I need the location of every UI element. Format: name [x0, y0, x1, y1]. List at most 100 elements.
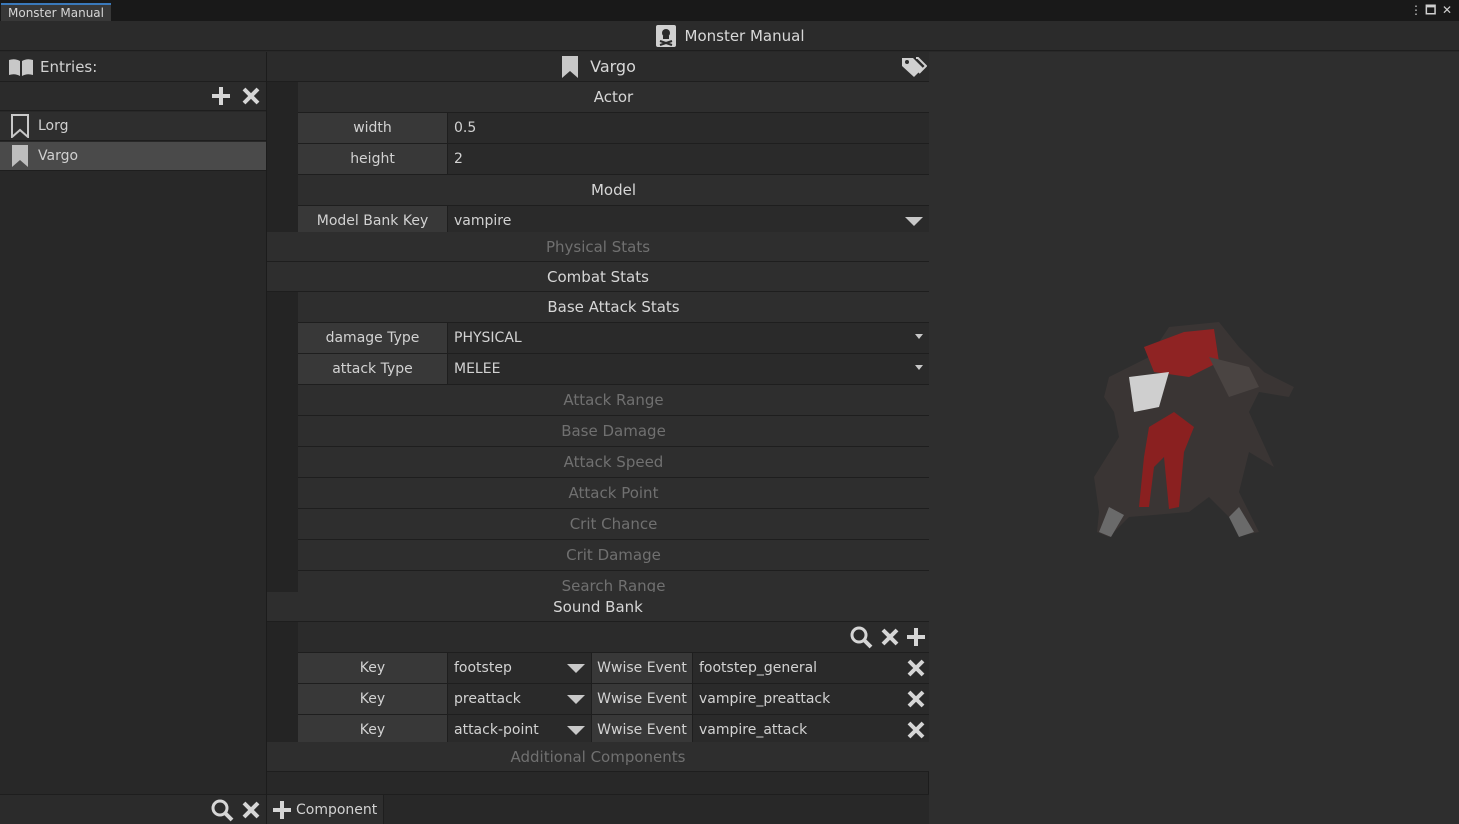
key-label: Key: [298, 684, 448, 714]
input-value: vampire_preattack: [699, 691, 831, 707]
section-physical-stats[interactable]: Physical Stats: [267, 232, 929, 262]
close-window-icon[interactable]: ✕: [1442, 2, 1452, 18]
sound-row: Key footstep Wwise Event footstep_genera…: [298, 653, 929, 684]
section-crit-damage[interactable]: Crit Damage: [298, 540, 929, 571]
wwise-event-input[interactable]: vampire_preattack: [693, 684, 929, 714]
section-attack-speed[interactable]: Attack Speed: [298, 447, 929, 478]
entries-label: Entries:: [40, 57, 98, 76]
dropdown-value: footstep: [454, 660, 512, 676]
tags-icon[interactable]: [901, 56, 927, 78]
field-height: height 2: [298, 144, 929, 175]
indent-gutter: [267, 82, 298, 232]
remove-row-icon[interactable]: [907, 659, 925, 677]
entries-panel: Entries: Lorg Vargo: [0, 52, 267, 824]
key-label: Key: [298, 653, 448, 683]
field-label: height: [298, 144, 448, 174]
remove-row-icon[interactable]: [907, 721, 925, 739]
remove-entry-icon[interactable]: [242, 87, 260, 105]
more-options-icon[interactable]: ⋮: [1410, 2, 1422, 18]
attack-type-dropdown[interactable]: MELEE: [448, 354, 929, 384]
wwise-event-input[interactable]: vampire_attack: [693, 715, 929, 745]
bookmark-filled-icon: [560, 55, 580, 79]
entry-item-vargo[interactable]: Vargo: [0, 142, 266, 171]
add-component-button[interactable]: Component: [267, 795, 385, 824]
base-attack-block: Base Attack Stats damage Type PHYSICAL a…: [298, 292, 929, 602]
tab-monster-manual[interactable]: Monster Manual: [1, 3, 111, 21]
inspector-header: Vargo: [267, 52, 929, 82]
skull-book-icon: [655, 24, 677, 48]
indent-gutter: [267, 292, 298, 592]
chevron-down-icon: [915, 365, 923, 370]
section-sound-bank[interactable]: Sound Bank: [267, 592, 929, 622]
search-icon[interactable]: [210, 798, 234, 822]
field-label: attack Type: [298, 354, 448, 384]
section-combat-stats[interactable]: Combat Stats: [267, 262, 929, 292]
key-label: Key: [298, 715, 448, 745]
input-value: vampire_attack: [699, 722, 808, 738]
chevron-down-icon: [567, 695, 585, 704]
wwise-event-label: Wwise Event: [592, 684, 693, 714]
clear-icon[interactable]: [881, 628, 899, 646]
width-input[interactable]: 0.5: [448, 113, 929, 143]
section-model[interactable]: Model: [298, 175, 929, 206]
entry-label: Vargo: [38, 148, 79, 164]
dropdown-value: vampire: [454, 213, 512, 229]
search-icon[interactable]: [849, 625, 873, 649]
sound-bank-block: Key footstep Wwise Event footstep_genera…: [298, 622, 929, 746]
sound-bank-toolbar: [298, 622, 929, 653]
entry-item-lorg[interactable]: Lorg: [0, 112, 266, 141]
field-label: damage Type: [298, 323, 448, 353]
wwise-event-label: Wwise Event: [592, 653, 693, 683]
field-attack-type: attack Type MELEE: [298, 354, 929, 385]
key-dropdown[interactable]: preattack: [448, 684, 592, 714]
field-damage-type: damage Type PHYSICAL: [298, 323, 929, 354]
dropdown-value: attack-point: [454, 722, 539, 738]
wwise-event-label: Wwise Event: [592, 715, 693, 745]
inspector-footer: Component: [267, 794, 929, 824]
add-entry-icon[interactable]: [212, 87, 230, 105]
section-base-attack-stats[interactable]: Base Attack Stats: [298, 292, 929, 323]
dropdown-value: PHYSICAL: [454, 330, 522, 346]
maximize-icon[interactable]: 🗖: [1425, 2, 1436, 18]
section-crit-chance[interactable]: Crit Chance: [298, 509, 929, 540]
actor-block: Actor width 0.5 height 2 Model Model Ban…: [298, 82, 929, 237]
key-dropdown[interactable]: footstep: [448, 653, 592, 683]
chevron-down-icon: [915, 334, 923, 339]
title-bar: Monster Manual: [0, 21, 1459, 51]
open-book-icon: [8, 57, 34, 77]
wwise-event-input[interactable]: footstep_general: [693, 653, 929, 683]
dropdown-value: preattack: [454, 691, 521, 707]
key-dropdown[interactable]: attack-point: [448, 715, 592, 745]
indent-gutter: [267, 622, 298, 742]
add-sound-icon[interactable]: [907, 628, 925, 646]
field-width: width 0.5: [298, 113, 929, 144]
input-value: footstep_general: [699, 660, 818, 676]
inspector-panel: Vargo Actor width 0.5 height 2 Model Mod…: [267, 52, 929, 824]
entries-footer: [0, 794, 266, 824]
component-label: Component: [296, 801, 378, 818]
tab-bar: Monster Manual ⋮ 🗖 ✕: [0, 0, 1459, 21]
sound-row: Key preattack Wwise Event vampire_preatt…: [298, 684, 929, 715]
chevron-down-icon: [905, 217, 923, 226]
entry-label: Lorg: [38, 118, 69, 134]
remove-row-icon[interactable]: [907, 690, 925, 708]
dropdown-value: MELEE: [454, 361, 501, 377]
section-attack-point[interactable]: Attack Point: [298, 478, 929, 509]
section-additional-components[interactable]: Additional Components: [267, 742, 929, 772]
bookmark-outline-icon: [10, 114, 30, 138]
section-actor[interactable]: Actor: [298, 82, 929, 113]
model-preview[interactable]: [929, 52, 1459, 824]
height-input[interactable]: 2: [448, 144, 929, 174]
chevron-down-icon: [567, 726, 585, 735]
bookmark-filled-icon: [10, 144, 30, 168]
entry-title: Vargo: [590, 57, 636, 76]
clear-search-icon[interactable]: [242, 801, 260, 819]
damage-type-dropdown[interactable]: PHYSICAL: [448, 323, 929, 353]
section-attack-range[interactable]: Attack Range: [298, 385, 929, 416]
vampire-model-image: [1094, 322, 1294, 537]
field-label: width: [298, 113, 448, 143]
entries-header: Entries:: [0, 52, 266, 82]
plus-icon: [273, 800, 291, 819]
section-base-damage[interactable]: Base Damage: [298, 416, 929, 447]
window-title: Monster Manual: [684, 27, 805, 45]
